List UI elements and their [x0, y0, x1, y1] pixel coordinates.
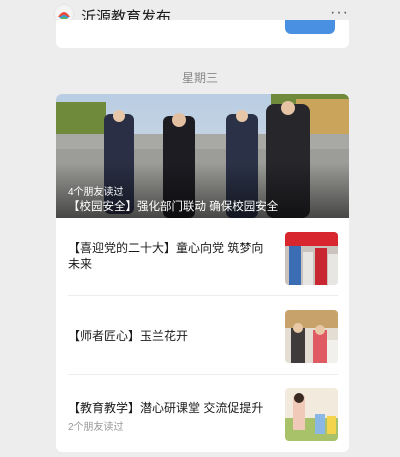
article-title: 【喜迎党的二十大】童心向党 筑梦向未来 [68, 241, 264, 271]
hero-article[interactable]: 4个朋友读过 【校园安全】强化部门联动 确保校园安全 [56, 94, 349, 218]
article-title: 【师者匠心】玉兰花开 [68, 329, 189, 343]
hero-title: 【校园安全】强化部门联动 确保校园安全 [68, 201, 279, 213]
article-thumbnail [285, 310, 338, 363]
hero-read-count: 4个朋友读过 [68, 187, 124, 198]
article-item[interactable]: 【喜迎党的二十大】童心向党 筑梦向未来 [68, 231, 338, 285]
article-thumbnail [285, 232, 338, 285]
article-thumbnail [285, 388, 338, 441]
divider [68, 374, 338, 375]
previous-card-button[interactable] [285, 20, 335, 34]
article-title: 【教育教学】潜心研课堂 交流促提升 [68, 401, 264, 415]
divider [68, 295, 338, 296]
day-label: 星期三 [181, 71, 218, 85]
article-item[interactable]: 【教育教学】潜心研课堂 交流促提升 2个朋友读过 [68, 386, 338, 442]
article-read-count: 2个朋友读过 [68, 422, 124, 433]
article-item[interactable]: 【师者匠心】玉兰花开 [68, 308, 338, 364]
previous-card [56, 20, 349, 48]
article-group-card: 4个朋友读过 【校园安全】强化部门联动 确保校园安全 【喜迎党的二十大】童心向党… [56, 94, 349, 452]
